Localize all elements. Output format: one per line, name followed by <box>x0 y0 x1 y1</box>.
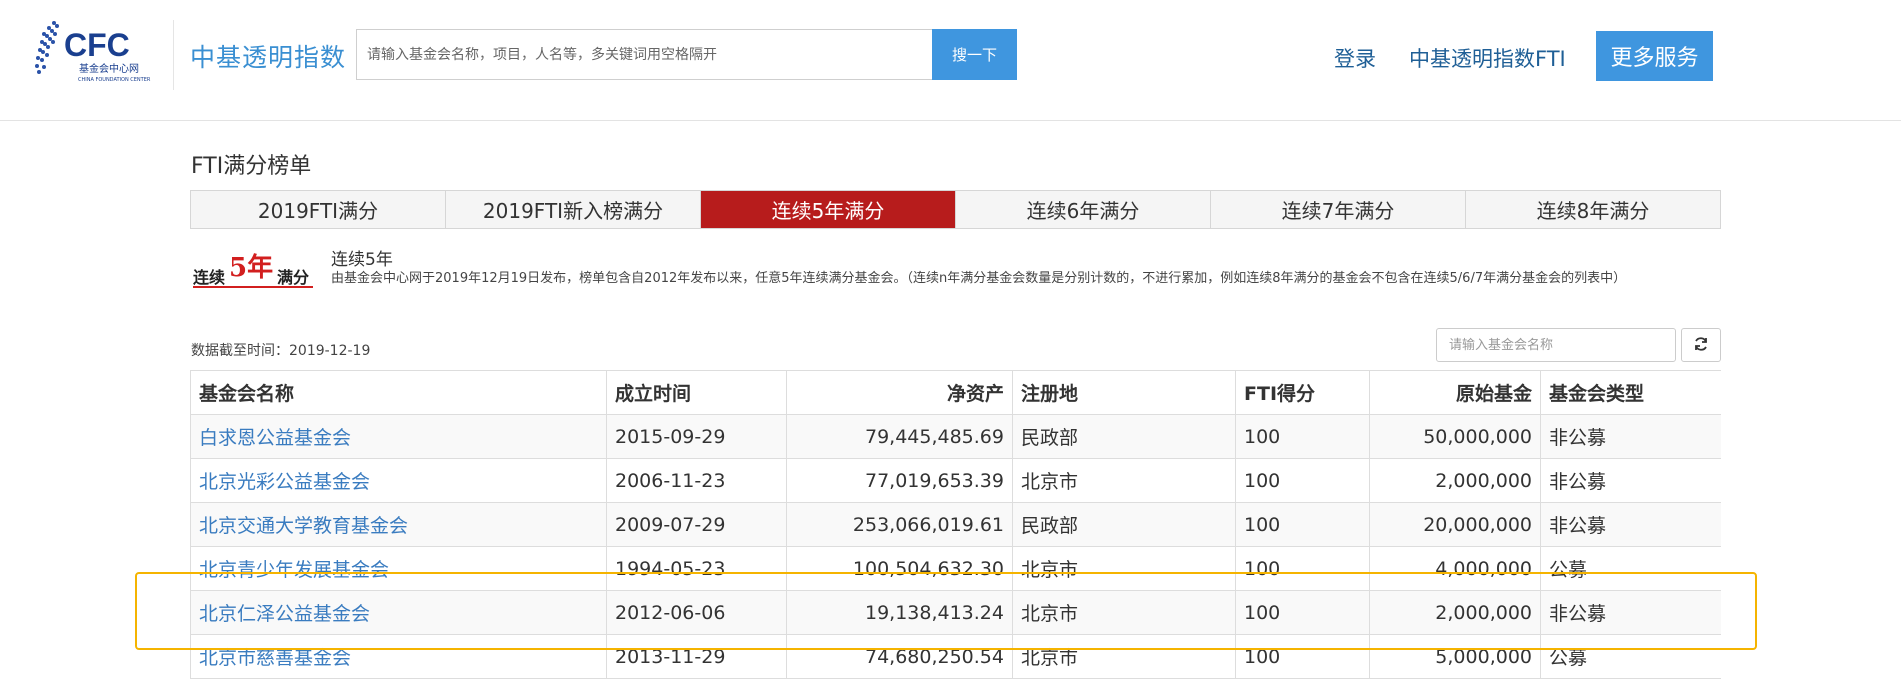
badge-num-text: 5年 <box>229 252 273 283</box>
region: 北京市 <box>1012 458 1236 503</box>
table-row: 北京仁泽公益基金会 2012-06-06 19,138,413.24 北京市 1… <box>190 590 1721 635</box>
tab-7-years-full[interactable]: 连续7年满分 <box>1211 191 1466 228</box>
tab-5-years-full[interactable]: 连续5年满分 <box>701 191 956 228</box>
table-row: 北京光彩公益基金会 2006-11-23 77,019,653.39 北京市 1… <box>190 458 1721 503</box>
tab-2019-new-full[interactable]: 2019FTI新入榜满分 <box>446 191 701 228</box>
foundation-type: 非公募 <box>1540 414 1721 459</box>
table-header-row: 基金会名称 成立时间 净资产 注册地 FTI得分 原始基金 基金会类型 <box>190 370 1721 415</box>
col-header-founded[interactable]: 成立时间 <box>606 370 787 415</box>
original-fund: 50,000,000 <box>1369 414 1541 459</box>
col-header-region[interactable]: 注册地 <box>1012 370 1236 415</box>
foundation-name-link[interactable]: 北京交通大学教育基金会 <box>199 515 408 537</box>
region: 民政部 <box>1012 414 1236 459</box>
refresh-icon <box>1693 336 1709 355</box>
cfc-logo[interactable]: CFC 基金会中心网 CHINA FOUNDATION CENTER <box>34 14 160 90</box>
fti-link[interactable]: 中基透明指数FTI <box>1409 43 1566 73</box>
original-fund: 2,000,000 <box>1369 590 1541 635</box>
net-assets: 79,445,485.69 <box>786 414 1013 459</box>
tab-6-years-full[interactable]: 连续6年满分 <box>956 191 1211 228</box>
foundation-type: 公募 <box>1540 634 1721 679</box>
net-assets: 100,504,632.30 <box>786 546 1013 591</box>
fti-score: 100 <box>1235 414 1370 459</box>
foundation-name-link[interactable]: 北京市慈善基金会 <box>199 647 351 669</box>
founded-date: 2013-11-29 <box>606 634 787 679</box>
logo-sub-cn: 基金会中心网 <box>79 62 139 75</box>
badge-pre-text: 连续 <box>193 268 225 287</box>
five-year-badge: 连续 5年 满分 <box>191 246 315 290</box>
founded-date: 2012-06-06 <box>606 590 787 635</box>
fti-score: 100 <box>1235 502 1370 547</box>
foundation-type: 非公募 <box>1540 458 1721 503</box>
brand-title[interactable]: 中基透明指数 <box>190 38 346 74</box>
table-row: 北京青少年发展基金会 1994-05-23 100,504,632.30 北京市… <box>190 546 1721 591</box>
description-text: 由基金会中心网于2019年12月19日发布，榜单包含自2012年发布以来，任意5… <box>331 271 1627 286</box>
region: 北京市 <box>1012 546 1236 591</box>
col-header-name[interactable]: 基金会名称 <box>190 370 607 415</box>
tab-bar: 2019FTI满分 2019FTI新入榜满分 连续5年满分 连续6年满分 连续7… <box>190 190 1721 229</box>
fti-score: 100 <box>1235 546 1370 591</box>
fti-score: 100 <box>1235 634 1370 679</box>
foundation-type: 非公募 <box>1540 502 1721 547</box>
region: 北京市 <box>1012 634 1236 679</box>
founded-date: 2009-07-29 <box>606 502 787 547</box>
fti-score: 100 <box>1235 590 1370 635</box>
fti-score: 100 <box>1235 458 1370 503</box>
foundation-name-link[interactable]: 白求恩公益基金会 <box>199 427 351 449</box>
net-assets: 74,680,250.54 <box>786 634 1013 679</box>
logo-sub-en: CHINA FOUNDATION CENTER <box>78 77 151 83</box>
net-assets: 77,019,653.39 <box>786 458 1013 503</box>
founded-date: 1994-05-23 <box>606 546 787 591</box>
data-date-label: 数据截至时间：2019-12-19 <box>191 343 371 359</box>
refresh-button[interactable] <box>1681 328 1721 362</box>
foundation-filter-input[interactable] <box>1436 328 1676 362</box>
foundation-type: 非公募 <box>1540 590 1721 635</box>
net-assets: 253,066,019.61 <box>786 502 1013 547</box>
original-fund: 5,000,000 <box>1369 634 1541 679</box>
foundation-name-link[interactable]: 北京青少年发展基金会 <box>199 559 389 581</box>
col-header-type[interactable]: 基金会类型 <box>1540 370 1721 415</box>
col-header-original-fund[interactable]: 原始基金 <box>1369 370 1541 415</box>
original-fund: 4,000,000 <box>1369 546 1541 591</box>
table-row: 白求恩公益基金会 2015-09-29 79,445,485.69 民政部 10… <box>190 414 1721 459</box>
description-title: 连续5年 <box>331 250 393 270</box>
foundation-name-link[interactable]: 北京光彩公益基金会 <box>199 471 370 493</box>
original-fund: 2,000,000 <box>1369 458 1541 503</box>
region: 北京市 <box>1012 590 1236 635</box>
original-fund: 20,000,000 <box>1369 502 1541 547</box>
tab-8-years-full[interactable]: 连续8年满分 <box>1466 191 1720 228</box>
col-header-fti-score[interactable]: FTI得分 <box>1235 370 1370 415</box>
search-bar: 搜一下 <box>356 29 1017 80</box>
region: 民政部 <box>1012 502 1236 547</box>
login-link[interactable]: 登录 <box>1334 43 1376 73</box>
col-header-net-assets[interactable]: 净资产 <box>786 370 1013 415</box>
logo-divider <box>173 20 174 90</box>
more-services-button[interactable]: 更多服务 <box>1596 31 1713 81</box>
site-header: CFC 基金会中心网 CHINA FOUNDATION CENTER 中基透明指… <box>0 0 1901 121</box>
logo-main-text: CFC <box>64 27 130 63</box>
badge-post-text: 满分 <box>277 268 309 287</box>
founded-date: 2015-09-29 <box>606 414 787 459</box>
table-row: 北京市慈善基金会 2013-11-29 74,680,250.54 北京市 10… <box>190 634 1721 679</box>
net-assets: 19,138,413.24 <box>786 590 1013 635</box>
table-row: 北京交通大学教育基金会 2009-07-29 253,066,019.61 民政… <box>190 502 1721 547</box>
founded-date: 2006-11-23 <box>606 458 787 503</box>
section-title: FTI满分榜单 <box>191 154 312 179</box>
foundation-table: 基金会名称 成立时间 净资产 注册地 FTI得分 原始基金 基金会类型 白求恩公… <box>190 370 1721 679</box>
search-button[interactable]: 搜一下 <box>932 29 1017 80</box>
search-input[interactable] <box>357 30 932 79</box>
tab-2019-fti-full[interactable]: 2019FTI满分 <box>191 191 446 228</box>
foundation-name-link[interactable]: 北京仁泽公益基金会 <box>199 603 370 625</box>
foundation-type: 公募 <box>1540 546 1721 591</box>
